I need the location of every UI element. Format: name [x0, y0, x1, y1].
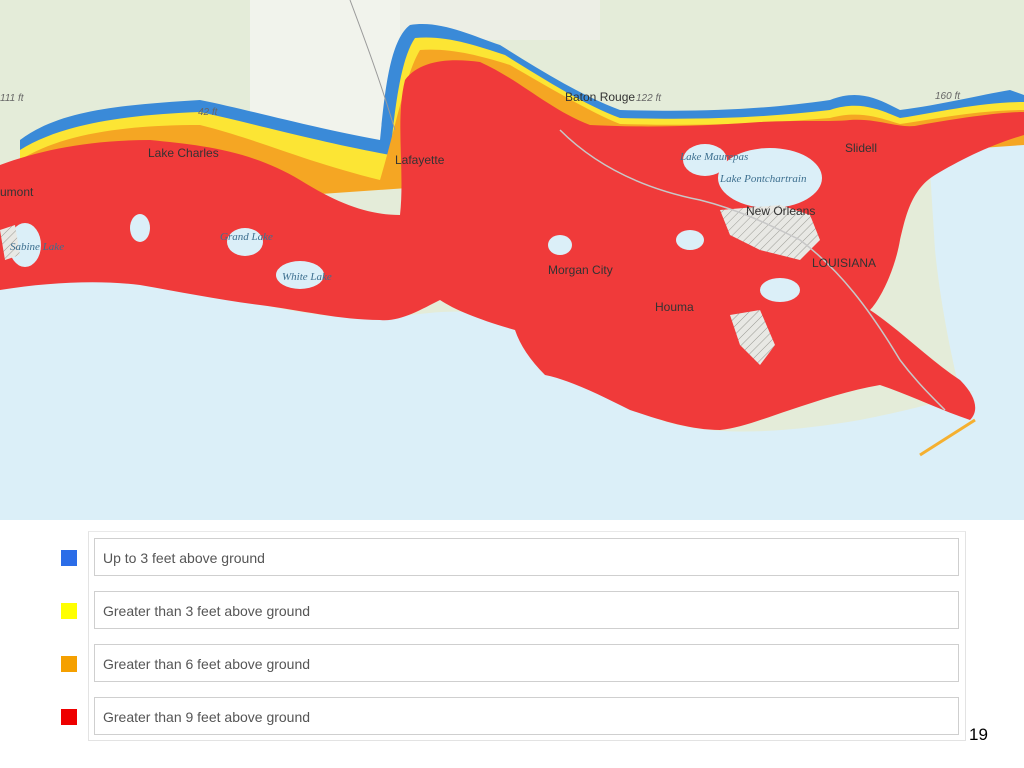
legend-label: Greater than 9 feet above ground	[103, 709, 311, 725]
label-houma: Houma	[655, 300, 694, 314]
elevation-122: 122 ft	[636, 93, 662, 104]
label-lafayette: Lafayette	[395, 153, 445, 167]
flood-map: Baton Rouge Lafayette Lake Charles Lake …	[0, 0, 1024, 520]
label-beaumont: umont	[0, 185, 34, 199]
lake-water	[760, 278, 800, 302]
lake-water	[130, 214, 150, 242]
legend-swatch-cell	[52, 637, 88, 690]
label-sabine-lake: Sabine Lake	[10, 241, 64, 253]
legend-label: Up to 3 feet above ground	[103, 550, 265, 566]
legend-swatch-orange	[61, 656, 77, 672]
label-baton-rouge: Baton Rouge	[565, 90, 635, 104]
lake-water	[676, 230, 704, 250]
legend-swatch-cell	[52, 531, 88, 584]
label-grand-lake: Grand Lake	[220, 231, 273, 243]
legend-label: Greater than 3 feet above ground	[103, 603, 311, 619]
label-lake-maurepas: Lake Maurepas	[679, 151, 748, 163]
label-louisiana: LOUISIANA	[812, 256, 876, 270]
legend-swatch-blue	[61, 550, 77, 566]
legend-swatch-red	[61, 709, 77, 725]
elevation-42: 42 ft	[198, 107, 219, 118]
legend-row: Up to 3 feet above ground	[52, 531, 967, 584]
flood-legend: Up to 3 feet above ground Greater than 3…	[52, 531, 967, 743]
label-lake-charles: Lake Charles	[148, 146, 219, 160]
legend-label: Greater than 6 feet above ground	[103, 656, 311, 672]
page-number: 19	[969, 725, 988, 744]
elevation-160: 160 ft	[935, 91, 961, 102]
legend-label-cell: Greater than 9 feet above ground	[94, 697, 959, 735]
elevation-111: 111 ft	[0, 93, 25, 104]
label-white-lake: White Lake	[282, 271, 332, 283]
label-morgan-city: Morgan City	[548, 263, 613, 277]
legend-label-cell: Greater than 3 feet above ground	[94, 591, 959, 629]
legend-swatch-cell	[52, 690, 88, 743]
legend-swatch-yellow	[61, 603, 77, 619]
legend-row: Greater than 9 feet above ground	[52, 690, 967, 743]
legend-row: Greater than 3 feet above ground	[52, 584, 967, 637]
label-new-orleans: New Orleans	[746, 204, 815, 218]
legend-swatch-cell	[52, 584, 88, 637]
label-lake-pontchartrain: Lake Pontchartrain	[719, 173, 807, 185]
label-slidell: Slidell	[845, 141, 877, 155]
legend-label-cell: Greater than 6 feet above ground	[94, 644, 959, 682]
legend-label-cell: Up to 3 feet above ground	[94, 538, 959, 576]
legend-row: Greater than 6 feet above ground	[52, 637, 967, 690]
lake-water	[548, 235, 572, 255]
